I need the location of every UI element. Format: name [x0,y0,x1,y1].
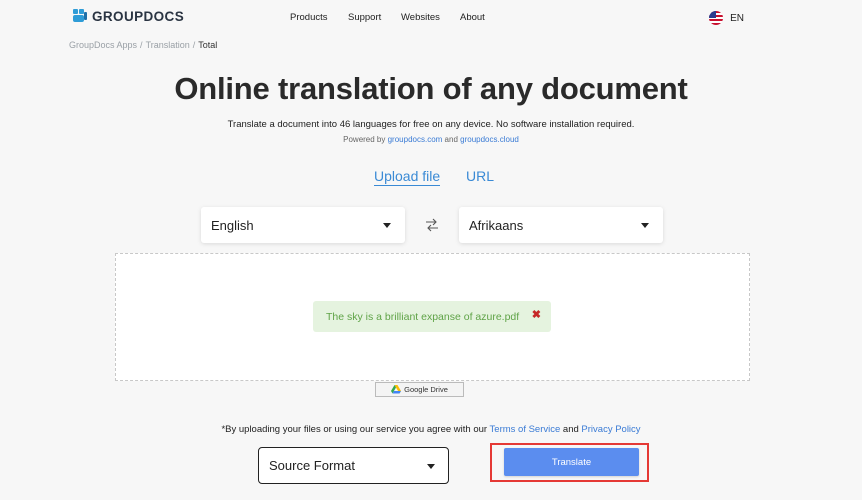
swap-languages-icon[interactable] [424,218,440,232]
nav-websites[interactable]: Websites [401,12,440,23]
nav-about[interactable]: About [460,12,485,23]
tab-upload-file[interactable]: Upload file [374,168,441,186]
language-selector[interactable]: EN [709,11,744,25]
translate-button[interactable]: Translate [504,448,639,476]
source-language-value: English [211,217,254,233]
tab-url[interactable]: URL [466,168,494,184]
language-code: EN [730,12,744,24]
powered-prefix: Powered by [343,135,386,144]
groupdocs-com-link[interactable]: groupdocs.com [388,135,443,144]
google-drive-icon [391,385,402,394]
nav-products[interactable]: Products [290,12,328,23]
chevron-down-icon [383,223,391,228]
uploaded-file-chip: The sky is a brilliant expanse of azure.… [313,301,551,332]
logo-text: GROUPDOCS [92,8,185,24]
uploaded-file-name: The sky is a brilliant expanse of azure.… [326,310,520,323]
source-format-value: Source Format [269,458,355,473]
terms-of-service-link[interactable]: Terms of Service [490,424,561,435]
powered-by: Powered by groupdocs.com and groupdocs.c… [0,135,862,144]
breadcrumb: GroupDocs Apps / Translation / Total [69,40,218,50]
privacy-policy-link[interactable]: Privacy Policy [581,424,640,435]
groupdocs-cloud-link[interactable]: groupdocs.cloud [460,135,519,144]
groupdocs-logo-icon [73,9,87,22]
agreement-prefix: *By uploading your files or using our se… [221,424,488,435]
page-subtitle: Translate a document into 46 languages f… [227,119,635,130]
source-language-select[interactable]: English [201,207,405,243]
target-language-select[interactable]: Afrikaans [459,207,663,243]
powered-and: and [444,135,458,144]
page: GROUPDOCS Products Support Websites Abou… [0,0,862,500]
breadcrumb-current: Total [198,40,218,50]
us-flag-icon [709,11,724,25]
breadcrumb-apps[interactable]: GroupDocs Apps [69,40,137,50]
source-format-select[interactable]: Source Format [258,447,449,484]
page-title: Online translation of any document [174,71,688,106]
chevron-down-icon [641,223,649,228]
nav-support[interactable]: Support [348,12,381,23]
breadcrumb-translation[interactable]: Translation [146,40,190,50]
google-drive-button[interactable]: Google Drive [375,382,464,397]
target-language-value: Afrikaans [469,217,524,233]
chevron-down-icon [427,464,435,469]
remove-file-icon[interactable]: ✖ [532,310,541,321]
agreement-and: and [562,424,579,435]
groupdocs-logo[interactable]: GROUPDOCS [72,8,184,24]
google-drive-label: Google Drive [404,385,448,394]
terms-agreement: *By uploading your files or using our se… [0,424,862,435]
